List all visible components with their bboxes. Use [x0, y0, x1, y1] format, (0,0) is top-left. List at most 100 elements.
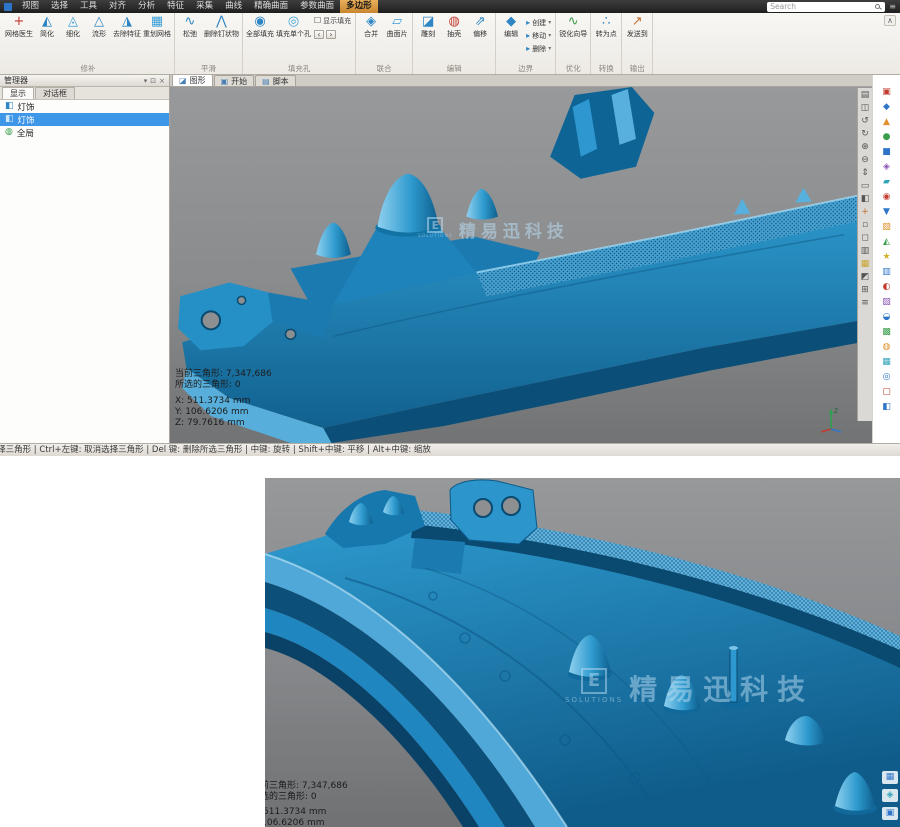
panel-close-icon[interactable]: × — [159, 77, 165, 85]
search-box[interactable]: Search — [767, 2, 885, 12]
next-hole-button[interactable]: › — [326, 30, 336, 39]
boundary-move-button[interactable]: ▸移动▾ — [524, 29, 553, 42]
ribbon-collapse-button[interactable]: ∧ — [884, 15, 896, 26]
right-toolbar-icon[interactable]: ◈ — [879, 161, 895, 174]
right-toolbar-icon[interactable]: ▦ — [879, 356, 895, 369]
menu-tab-tools[interactable]: 工具 — [74, 0, 103, 13]
right-toolbar-icon[interactable]: ▨ — [879, 296, 895, 309]
menu-tab-analyze[interactable]: 分析 — [132, 0, 161, 13]
viewport-tool-icon[interactable]: ▥ — [859, 245, 872, 258]
patch-button[interactable]: ▱曲面片 — [384, 14, 410, 38]
coord-y: Y: 106.6206 mm — [265, 818, 348, 827]
menu-extra-icon[interactable]: ≡ — [889, 2, 896, 11]
right-toolbar-icon[interactable]: ★ — [879, 251, 895, 264]
viewport-tool-icon[interactable]: ↻ — [859, 128, 872, 141]
viewport-tool-icon[interactable]: ⊖ — [859, 154, 872, 167]
remove-spikes-button[interactable]: ⋀删除钉状物 — [203, 14, 240, 38]
show-fill-checkbox[interactable]: ☐显示填充 — [314, 16, 351, 26]
tree-item-label: 灯饰 — [18, 114, 35, 126]
viewport-tool-icon[interactable]: ◩ — [859, 271, 872, 284]
offset-button[interactable]: ⇗偏移 — [467, 14, 493, 38]
right-toolbar-icon[interactable]: ▼ — [879, 206, 895, 219]
manifold-button[interactable]: △流形 — [86, 14, 112, 38]
viewport-tool-icon[interactable]: ⊕ — [859, 141, 872, 154]
ribbon-tool-icon: ◭ — [42, 14, 52, 29]
right-toolbar-icon[interactable]: ◎ — [879, 371, 895, 384]
menu-tab-select[interactable]: 选择 — [45, 0, 74, 13]
fill-all-button[interactable]: ◉全部填充 — [245, 14, 275, 38]
right-toolbar-icon[interactable]: ◐ — [879, 281, 895, 294]
right-toolbar-icon[interactable]: ▩ — [879, 326, 895, 339]
right-toolbar-icon[interactable]: ▢ — [879, 386, 895, 399]
right-toolbar-icon[interactable]: ◆ — [879, 101, 895, 114]
prev-hole-button[interactable]: ‹ — [314, 30, 324, 39]
right-toolbar-icon[interactable]: ◉ — [879, 191, 895, 204]
viewport-3d[interactable]: E SOLUTIONS 精易迅科技 当前三角形: 7,347,686 所选的三角… — [170, 87, 872, 443]
sculpt-button[interactable]: ◪雕刻 — [415, 14, 441, 38]
boundary-edit-button[interactable]: ◆ 编辑 — [498, 14, 524, 38]
menu-tab-polygons[interactable]: 多边形 — [340, 0, 378, 13]
mesh-doctor-button[interactable]: +网格医生 — [4, 14, 34, 38]
right-toolbar-icon[interactable]: ● — [879, 131, 895, 144]
right-toolbar-icon[interactable]: ◭ — [879, 236, 895, 249]
merge-button[interactable]: ◈合并 — [358, 14, 384, 38]
right-toolbar-icon[interactable]: ◒ — [879, 311, 895, 324]
tree-item-lamp[interactable]: ◧灯饰 — [0, 113, 169, 126]
detail-toolbar-icon[interactable]: ▦ — [882, 771, 898, 784]
remesh-button[interactable]: ▦重划网格 — [142, 14, 172, 38]
viewport-tool-icon[interactable]: ▦ — [859, 258, 872, 271]
menu-tab-align[interactable]: 对齐 — [103, 0, 132, 13]
defeature-button[interactable]: ◮去除特征 — [112, 14, 142, 38]
right-toolbar-icon[interactable]: ◍ — [879, 341, 895, 354]
right-toolbar-icon[interactable]: ▥ — [879, 266, 895, 279]
viewport-tool-icon[interactable]: ⇕ — [859, 167, 872, 180]
menu-tab-parametric-surfaces[interactable]: 参数曲面 — [294, 0, 340, 13]
convert-to-points-button[interactable]: ∴转为点 — [593, 14, 619, 38]
viewport-tool-icon[interactable]: ▫ — [859, 219, 872, 232]
manager-tab-display[interactable]: 显示 — [2, 87, 34, 99]
viewport-tab-start[interactable]: ▣开始 — [214, 75, 255, 86]
menu-tab-exact-surfaces[interactable]: 精确曲面 — [248, 0, 294, 13]
viewport-tool-icon[interactable]: ◫ — [859, 102, 872, 115]
manager-tab-dialogs[interactable]: 对话框 — [35, 87, 75, 99]
simplify-button[interactable]: ◭简化 — [34, 14, 60, 38]
viewport-tool-icon[interactable]: ▤ — [859, 89, 872, 102]
viewport-tab-graphics[interactable]: ◪图形 — [172, 74, 213, 86]
right-toolbar-icon[interactable]: ▰ — [879, 176, 895, 189]
viewport-tool-icon[interactable]: + — [859, 206, 872, 219]
menu-tab-curves[interactable]: 曲线 — [219, 0, 248, 13]
fill-single-button[interactable]: ◎填充单个孔 — [275, 14, 312, 38]
menu-tab-label: 特征 — [167, 1, 184, 11]
shell-button[interactable]: ◍抽壳 — [441, 14, 467, 38]
right-toolbar-icon[interactable]: ◧ — [879, 401, 895, 414]
right-toolbar-icon[interactable]: ▧ — [879, 221, 895, 234]
panel-pin-icon[interactable]: ⊡ — [150, 77, 156, 85]
menu-tab-view[interactable]: 视图 — [16, 0, 45, 13]
panel-menu-icon[interactable]: ▾ — [144, 77, 148, 85]
right-toolbar-icon[interactable]: ▣ — [879, 86, 895, 99]
refine-button[interactable]: ◬细化 — [60, 14, 86, 38]
tree-item-lamp-group[interactable]: ◧灯饰 — [0, 100, 169, 113]
relax-button[interactable]: ∿松弛 — [177, 14, 203, 38]
send-to-button[interactable]: ↗发送到 — [624, 14, 650, 38]
viewport-tool-icon[interactable]: ◧ — [859, 193, 872, 206]
detail-toolbar-icon[interactable]: ▣ — [882, 807, 898, 820]
viewport-tool-icon[interactable]: ⊞ — [859, 284, 872, 297]
sharpen-wizard-button[interactable]: ∿锐化向导 — [558, 14, 588, 38]
detail-toolbar-icon[interactable]: ◈ — [882, 789, 898, 802]
viewport-tool-icon[interactable]: ▭ — [859, 180, 872, 193]
viewport-tool-icon[interactable]: ≡ — [859, 297, 872, 310]
boundary-delete-button[interactable]: ▸删除▾ — [524, 42, 553, 55]
ribbon-button-label: 流形 — [92, 30, 106, 38]
tree-item-global[interactable]: ◍全局 — [0, 126, 169, 139]
right-toolbar-icon[interactable]: ■ — [879, 146, 895, 159]
chevron-down-icon: ▾ — [548, 32, 551, 39]
right-toolbar-icon[interactable]: ▲ — [879, 116, 895, 129]
viewport-tab-script[interactable]: ▤脚本 — [255, 75, 296, 86]
boundary-create-button[interactable]: ▸创建▾ — [524, 16, 553, 29]
menu-tab-capture[interactable]: 采集 — [190, 0, 219, 13]
viewport-tool-icon[interactable]: ◻ — [859, 232, 872, 245]
menu-tab-features[interactable]: 特征 — [161, 0, 190, 13]
viewport-tool-icon[interactable]: ↺ — [859, 115, 872, 128]
app-icon[interactable] — [4, 3, 12, 11]
